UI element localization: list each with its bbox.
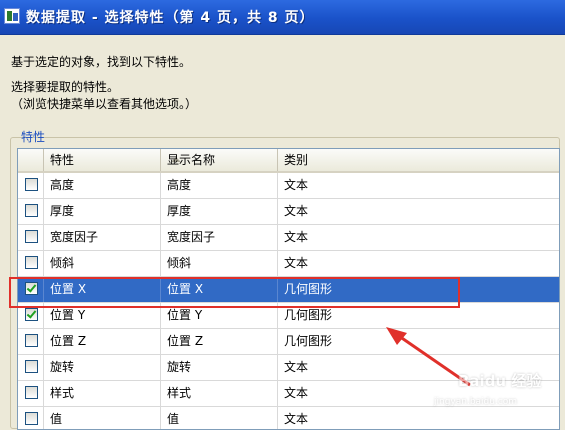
watermark-text: Baidu 经验 bbox=[458, 372, 542, 390]
watermark: Baidu 经验 jingyan.baidu.com bbox=[430, 364, 562, 418]
watermark-url: jingyan.baidu.com bbox=[434, 397, 518, 407]
annotation-arrow bbox=[386, 327, 471, 387]
